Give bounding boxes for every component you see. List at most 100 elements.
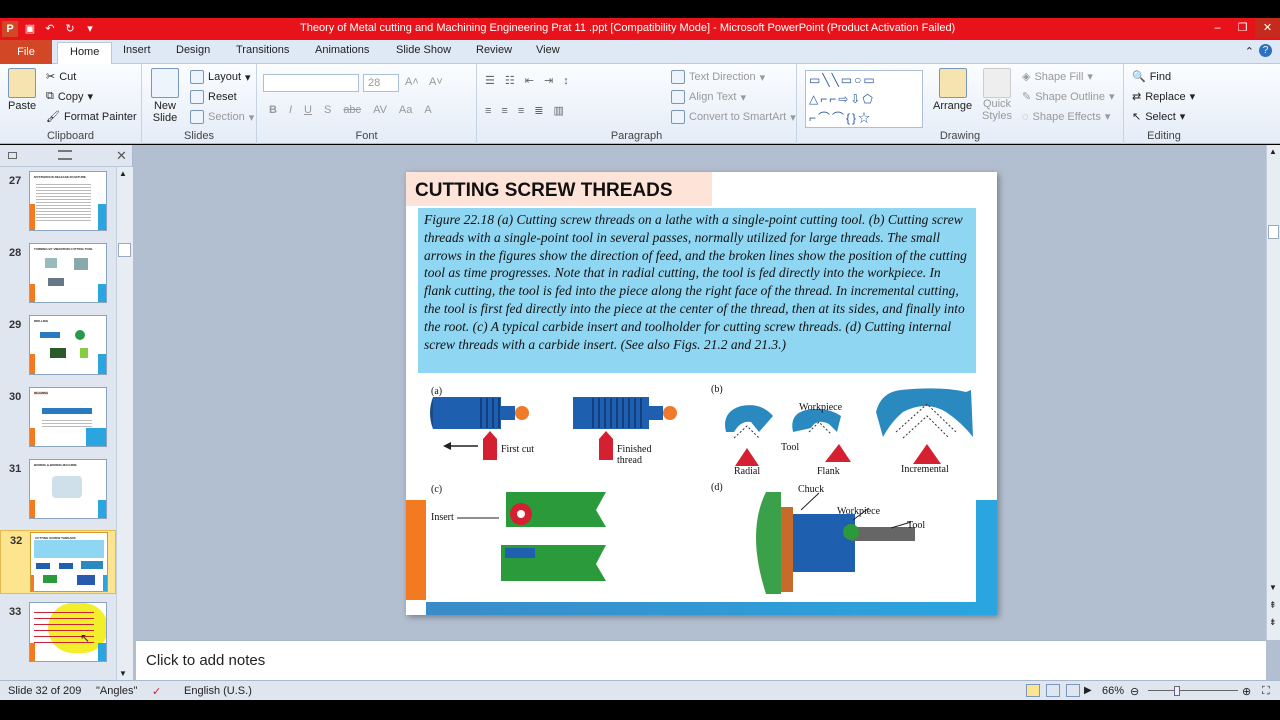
shapes-gallery[interactable]: ▭╲╲▭○▭ △⌐⌐⇨⇩⬠ ⌐⌒⌒{}☆ [805, 70, 923, 128]
tab-design[interactable]: Design [176, 44, 210, 56]
slideshow-icon[interactable]: ▶ [1084, 685, 1092, 696]
thumbnail-slide-28[interactable]: 28 TURNING BY VIBRATION CUTTING TOOL [0, 243, 116, 313]
tab-review[interactable]: Review [476, 44, 512, 56]
scroll-thumb[interactable] [1268, 225, 1279, 239]
replace-button[interactable]: ⇄ Replace ▾ [1132, 90, 1195, 104]
spacing-button[interactable]: AV [373, 104, 387, 116]
align-text-button[interactable]: Align Text ▾ [671, 90, 746, 104]
increase-indent-icon[interactable]: ⇥ [544, 74, 553, 87]
tab-animations[interactable]: Animations [315, 44, 369, 56]
minimize-icon[interactable]: – [1205, 18, 1230, 38]
reset-button[interactable]: Reset [190, 90, 237, 104]
bold-button[interactable]: B [269, 104, 277, 116]
spellcheck-icon[interactable]: ✓ [152, 685, 161, 698]
format-painter-button[interactable]: 🖌 Format Painter [46, 110, 137, 124]
zoom-level[interactable]: 66% [1102, 685, 1124, 697]
align-center-icon[interactable]: ≡ [501, 105, 507, 117]
restore-icon[interactable]: ❐ [1230, 18, 1255, 38]
italic-button[interactable]: I [289, 104, 292, 116]
customize-qat-icon[interactable]: ▾ [82, 21, 98, 37]
shape-outline-button[interactable]: ✎ Shape Outline ▾ [1022, 90, 1114, 104]
quick-styles-button[interactable]: Quick Styles [979, 68, 1015, 122]
change-case-button[interactable]: Aa [399, 104, 412, 116]
slides-tab-icon[interactable] [8, 152, 17, 159]
language-indicator[interactable]: English (U.S.) [184, 685, 252, 697]
tab-transitions[interactable]: Transitions [236, 44, 289, 56]
slide-scrollbar[interactable]: ▲ ▼ ⇞ ⇟ [1266, 145, 1280, 640]
shadow-button[interactable]: S [324, 104, 331, 116]
slide-caption-box[interactable]: Figure 22.18 (a) Cutting screw threads o… [418, 208, 976, 373]
zoom-slider-thumb[interactable] [1174, 686, 1180, 696]
cut-button[interactable]: ✂ Cut [46, 70, 76, 84]
new-slide-button[interactable]: New Slide [150, 68, 180, 124]
underline-button[interactable]: U [304, 104, 312, 116]
paste-button[interactable]: Paste [8, 68, 36, 112]
numbering-icon[interactable]: ☷ [505, 74, 515, 87]
scroll-up-icon[interactable]: ▲ [119, 169, 127, 178]
next-slide-icon[interactable]: ⇟ [1269, 617, 1277, 628]
font-size-combo[interactable]: 28 [363, 74, 399, 92]
thumbnail-slide-33[interactable]: 33 ↖ [0, 602, 116, 672]
close-icon[interactable]: ✕ [1255, 18, 1280, 38]
scroll-down-icon[interactable]: ▼ [1269, 583, 1277, 592]
fit-to-window-icon[interactable]: ⛶ [1262, 685, 1270, 698]
decrease-indent-icon[interactable]: ⇤ [525, 74, 534, 87]
slide-sorter-icon[interactable] [1046, 684, 1060, 697]
slide-canvas[interactable]: CUTTING SCREW THREADS Figure 22.18 (a) C… [406, 172, 997, 615]
notes-pane[interactable]: Click to add notes [136, 640, 1266, 680]
slide-title-box[interactable]: CUTTING SCREW THREADS [406, 172, 712, 206]
shape-effects-button[interactable]: ◌ Shape Effects ▾ [1022, 110, 1110, 124]
arrange-button[interactable]: Arrange [933, 68, 972, 112]
close-panel-icon[interactable]: ✕ [116, 148, 127, 164]
tab-slide-show[interactable]: Slide Show [396, 44, 451, 56]
zoom-out-icon[interactable]: ⊖ [1130, 685, 1139, 698]
thumbnail-slide-32[interactable]: 32 CUTTING SCREW THREADS [0, 530, 116, 594]
redo-icon[interactable]: ↻ [62, 21, 78, 37]
columns-icon[interactable]: ▥ [553, 104, 563, 117]
strikethrough-button[interactable]: abc [343, 104, 361, 116]
scroll-up-icon[interactable]: ▲ [1269, 147, 1277, 156]
tab-insert[interactable]: Insert [123, 44, 151, 56]
thumbnail-slide-27[interactable]: 27 MYSTERIOUS RELEASE IN NATURE [0, 171, 116, 241]
tab-view[interactable]: View [536, 44, 560, 56]
shape-fill-button[interactable]: ◈ Shape Fill ▾ [1022, 70, 1093, 84]
justify-icon[interactable]: ≣ [534, 104, 543, 117]
scroll-down-icon[interactable]: ▼ [119, 669, 127, 678]
select-button[interactable]: ↖ Select ▾ [1132, 110, 1185, 124]
theme-name[interactable]: "Angles" [96, 685, 137, 697]
zoom-in-icon[interactable]: ⊕ [1242, 685, 1251, 698]
previous-slide-icon[interactable]: ⇞ [1269, 600, 1277, 611]
shrink-font-button[interactable]: A˅ [429, 76, 443, 88]
minimize-ribbon-icon[interactable]: ⌃ [1245, 45, 1254, 58]
font-color-button[interactable]: A [424, 104, 431, 116]
undo-icon[interactable]: ↶ [42, 21, 58, 37]
normal-view-icon[interactable] [1026, 684, 1040, 697]
bullets-icon[interactable]: ☰ [485, 74, 495, 87]
tab-home[interactable]: Home [57, 42, 113, 64]
convert-smartart-button[interactable]: Convert to SmartArt ▾ [671, 110, 796, 124]
powerpoint-logo-icon[interactable]: P [2, 21, 18, 37]
scroll-thumb[interactable] [118, 243, 131, 257]
tab-file[interactable]: File [0, 40, 52, 64]
line-spacing-icon[interactable]: ↕ [563, 75, 569, 87]
thumbnail-slide-30[interactable]: 30 REAMING [0, 387, 116, 457]
align-right-icon[interactable]: ≡ [518, 105, 524, 117]
slide-counter: Slide 32 of 209 [8, 685, 82, 697]
section-button[interactable]: Section ▾ [190, 110, 254, 124]
grow-font-button[interactable]: A˄ [405, 76, 419, 88]
outline-tab-icon[interactable] [58, 150, 72, 160]
help-icon[interactable]: ? [1259, 44, 1272, 57]
thumbnail-slide-29[interactable]: 29 DRILLING [0, 315, 116, 385]
copy-button[interactable]: ⧉ Copy ▾ [46, 90, 93, 103]
save-icon[interactable]: ▣ [22, 21, 38, 37]
align-left-icon[interactable]: ≡ [485, 105, 491, 117]
layout-button[interactable]: Layout ▾ [190, 70, 251, 84]
zoom-slider[interactable] [1148, 690, 1238, 691]
find-button[interactable]: 🔍 Find [1132, 70, 1171, 84]
text-direction-button[interactable]: Text Direction ▾ [671, 70, 765, 84]
reading-view-icon[interactable] [1066, 684, 1080, 697]
thread-cutting-figure[interactable]: (a) First cut Finished thread (b) Workpi… [421, 382, 976, 602]
thumbnail-scrollbar[interactable]: ▲ ▼ [116, 167, 133, 680]
font-family-combo[interactable] [263, 74, 359, 92]
thumbnail-slide-31[interactable]: 31 BORING & BORING MACHINE [0, 459, 116, 529]
